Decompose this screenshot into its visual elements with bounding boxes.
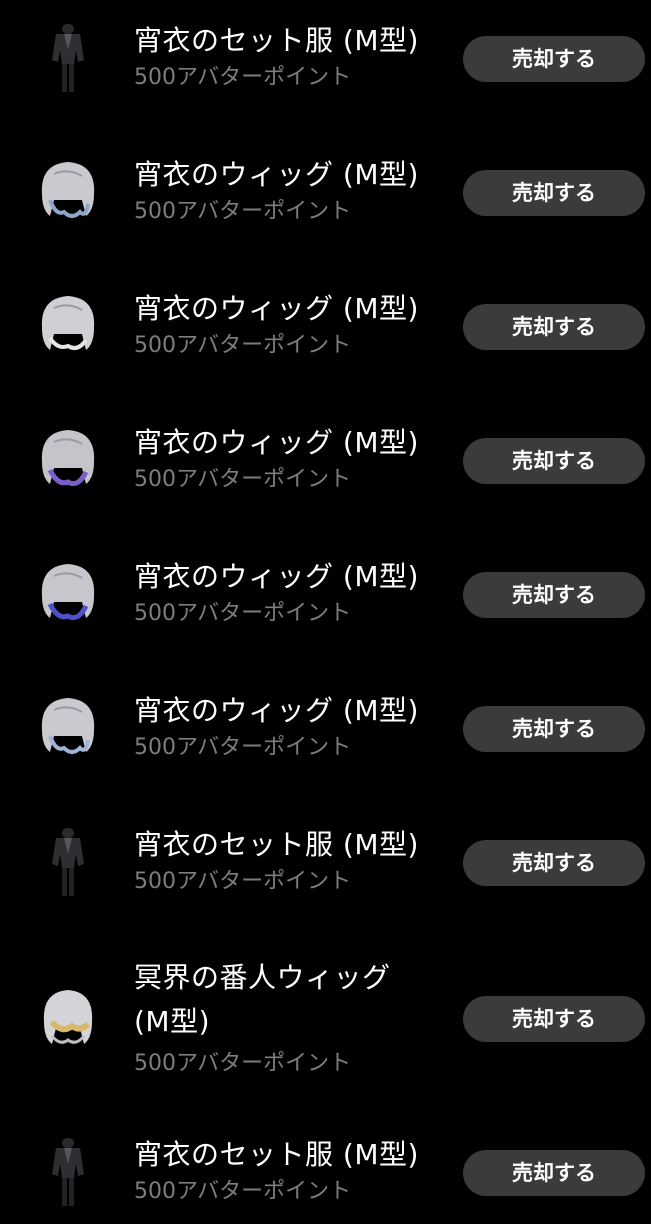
item-name: 宵衣のセット服 (M型) bbox=[134, 1138, 419, 1171]
list-item: 宵衣のウィッグ (M型) 500アバターポイント 売却する bbox=[0, 154, 651, 244]
item-name: 宵衣のウィッグ (M型) bbox=[134, 292, 419, 325]
item-price: 500アバターポイント bbox=[134, 735, 352, 760]
outfit-icon bbox=[28, 20, 108, 100]
item-price: 500アバターポイント bbox=[134, 65, 352, 90]
wig-icon bbox=[28, 288, 108, 368]
list-item: 宵衣のウィッグ (M型) 500アバターポイント 売却する bbox=[0, 422, 651, 512]
wig-icon bbox=[28, 422, 108, 502]
item-price: 500アバターポイント bbox=[134, 1051, 352, 1076]
sell-button[interactable]: 売却する bbox=[463, 572, 645, 618]
wig-icon bbox=[28, 690, 108, 770]
item-price: 500アバターポイント bbox=[134, 601, 352, 626]
item-price: 500アバターポイント bbox=[134, 467, 352, 492]
item-name: 宵衣のウィッグ (M型) bbox=[134, 694, 419, 727]
item-name: 宵衣のセット服 (M型) bbox=[134, 24, 419, 57]
outfit-icon bbox=[28, 1134, 108, 1214]
list-item: 宵衣のウィッグ (M型) 500アバターポイント 売却する bbox=[0, 556, 651, 646]
list-item: 宵衣のウィッグ (M型) 500アバターポイント 売却する bbox=[0, 288, 651, 378]
item-name: 宵衣のセット服 (M型) bbox=[134, 828, 419, 861]
wig-icon bbox=[28, 556, 108, 636]
item-name: 宵衣のウィッグ (M型) bbox=[134, 158, 419, 191]
sell-button[interactable]: 売却する bbox=[463, 170, 645, 216]
sell-button[interactable]: 売却する bbox=[463, 840, 645, 886]
sell-button[interactable]: 売却する bbox=[463, 996, 645, 1042]
sell-button[interactable]: 売却する bbox=[463, 304, 645, 350]
list-item: 宵衣のセット服 (M型) 500アバターポイント 売却する bbox=[0, 824, 651, 914]
item-price: 500アバターポイント bbox=[134, 333, 352, 358]
list-item: 冥界の番人ウィッグ (M型) 500アバターポイント 売却する bbox=[0, 956, 651, 1082]
list-item: 宵衣のウィッグ (M型) 500アバターポイント 売却する bbox=[0, 690, 651, 780]
item-price: 500アバターポイント bbox=[134, 1179, 352, 1204]
wig-icon bbox=[28, 154, 108, 234]
item-name: 宵衣のウィッグ (M型) bbox=[134, 426, 419, 459]
sell-button[interactable]: 売却する bbox=[463, 706, 645, 752]
item-name: 宵衣のウィッグ (M型) bbox=[134, 560, 419, 593]
list-item: 宵衣のセット服 (M型) 500アバターポイント 売却する bbox=[0, 1134, 651, 1224]
list-item: 宵衣のセット服 (M型) 500アバターポイント 売却する bbox=[0, 20, 651, 110]
sell-button[interactable]: 売却する bbox=[463, 36, 645, 82]
item-price: 500アバターポイント bbox=[134, 869, 352, 894]
item-price: 500アバターポイント bbox=[134, 199, 352, 224]
item-name: 冥界の番人ウィッグ (M型) bbox=[134, 961, 391, 1038]
sell-button[interactable]: 売却する bbox=[463, 438, 645, 484]
outfit-icon bbox=[28, 824, 108, 904]
wig-icon bbox=[28, 980, 108, 1060]
sell-button[interactable]: 売却する bbox=[463, 1150, 645, 1196]
